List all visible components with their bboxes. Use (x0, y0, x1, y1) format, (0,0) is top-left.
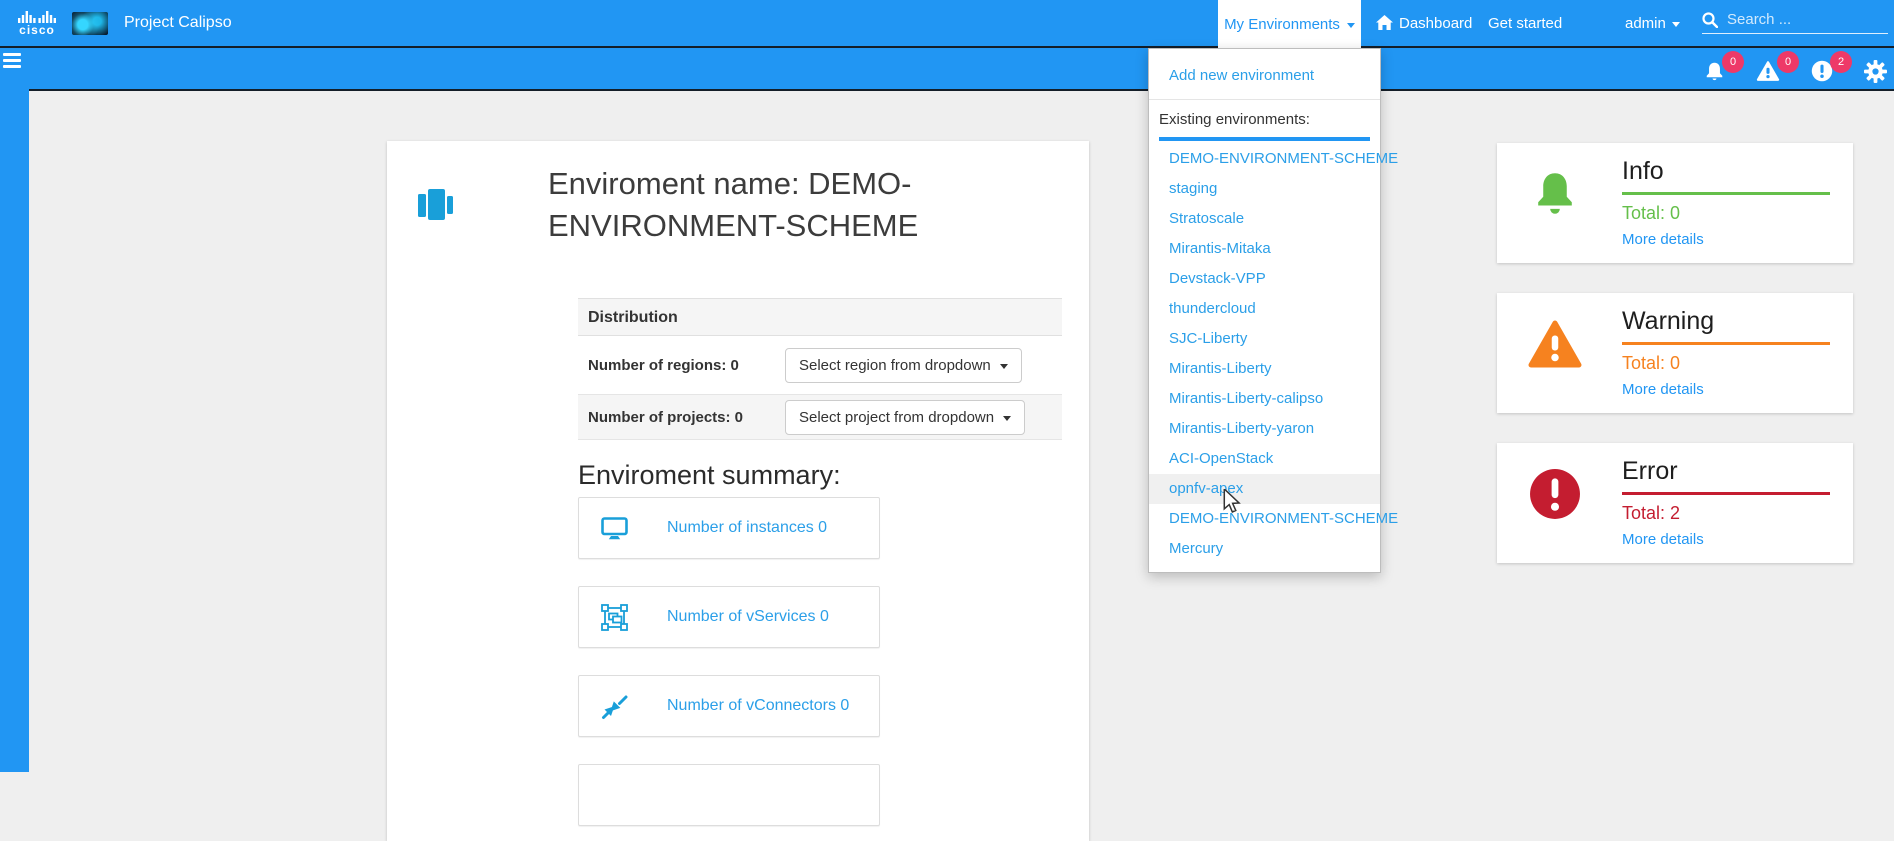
environment-menu-item[interactable]: staging (1149, 174, 1380, 204)
environment-menu-item[interactable]: Mirantis-Mitaka (1149, 234, 1380, 264)
vservices-count-link: Number of vServices 0 (667, 608, 829, 626)
warning-status-card: Warning Total: 0 More details (1497, 293, 1853, 413)
monitor-icon (601, 517, 628, 540)
vservices-summary-card[interactable]: Number of vServices 0 (578, 586, 880, 648)
error-circle-icon (1525, 463, 1585, 525)
app-title: Project Calipso (124, 14, 232, 32)
my-environments-menu-button[interactable]: My Environments (1218, 0, 1361, 48)
distribution-table: Distribution Number of regions: 0 Select… (578, 298, 1062, 440)
error-card-total: Total: 2 (1622, 503, 1830, 524)
menu-header-underline (1159, 137, 1370, 141)
select-region-dropdown-button[interactable]: Select region from dropdown (785, 348, 1022, 383)
environment-menu-item[interactable]: SJC-Liberty (1149, 324, 1380, 354)
projects-count-label: Number of projects: 0 (578, 409, 785, 426)
environment-menu-item-hovered[interactable]: opnfv-apex (1149, 474, 1380, 504)
vconnectors-icon (601, 693, 628, 720)
chevron-down-icon (1003, 416, 1011, 421)
menu-item-add-new-environment[interactable]: Add new environment (1149, 61, 1380, 91)
nav-get-started[interactable]: Get started (1488, 0, 1562, 46)
environment-menu-item[interactable]: Devstack-VPP (1149, 264, 1380, 294)
info-card-title: Info (1622, 157, 1830, 186)
environment-menu-item[interactable]: thundercloud (1149, 294, 1380, 324)
chevron-down-icon (1000, 364, 1008, 369)
regions-count-label: Number of regions: 0 (578, 357, 785, 374)
table-row: Number of regions: 0 Select region from … (578, 336, 1062, 395)
top-navbar: cisco Project Calipso My Environments Da… (0, 0, 1894, 48)
left-sidebar-strip (0, 48, 29, 772)
vservices-icon (601, 604, 628, 631)
environment-menu-item[interactable]: Mirantis-Liberty-calipso (1149, 384, 1380, 414)
environment-menu-item[interactable]: DEMO-ENVIRONMENT-SCHEME (1149, 504, 1380, 534)
search-input[interactable] (1725, 10, 1879, 29)
error-status-card: Error Total: 2 More details (1497, 443, 1853, 563)
gear-icon[interactable] (1864, 60, 1887, 83)
distribution-header: Distribution (578, 298, 1062, 336)
chevron-down-icon (1347, 23, 1355, 28)
notifications-badge: 0 (1722, 51, 1744, 73)
warning-more-details-link[interactable]: More details (1622, 381, 1830, 398)
environment-menu-item[interactable]: Mercury (1149, 534, 1380, 564)
environment-menu-item[interactable]: DEMO-ENVIRONMENT-SCHEME (1149, 144, 1380, 174)
chevron-down-icon (1672, 22, 1680, 27)
instances-count-link: Number of instances 0 (667, 519, 827, 537)
warning-card-total: Total: 0 (1622, 353, 1830, 374)
notification-icons: 0 0 2 (1700, 48, 1887, 89)
environment-menu-item[interactable]: Stratoscale (1149, 204, 1380, 234)
search-box (1702, 6, 1888, 34)
summary-card-cutoff[interactable] (578, 764, 880, 826)
environment-menu-item[interactable]: Mirantis-Liberty (1149, 354, 1380, 384)
get-started-label: Get started (1488, 15, 1562, 32)
mouse-cursor-icon (1222, 489, 1243, 515)
dashboard-label: Dashboard (1399, 15, 1472, 32)
environment-title: Enviroment name: DEMO-ENVIRONMENT-SCHEME (548, 163, 1006, 247)
table-row: Number of projects: 0 Select project fro… (578, 395, 1062, 440)
search-icon (1702, 12, 1718, 28)
vconnectors-count-link: Number of vConnectors 0 (667, 697, 849, 715)
environment-columns-icon (418, 185, 456, 223)
environment-card: Enviroment name: DEMO-ENVIRONMENT-SCHEME… (387, 141, 1089, 841)
environment-menu-item[interactable]: Mirantis-Liberty-yaron (1149, 414, 1380, 444)
cisco-logo-text: cisco (19, 24, 55, 36)
select-project-dropdown-button[interactable]: Select project from dropdown (785, 400, 1025, 435)
brand-area: cisco Project Calipso (18, 0, 232, 46)
toolbar (0, 48, 1894, 91)
home-icon (1376, 15, 1393, 31)
warning-card-title: Warning (1622, 307, 1830, 336)
info-card-underline (1622, 192, 1830, 195)
nav-dashboard[interactable]: Dashboard (1376, 0, 1472, 46)
nav-user-menu[interactable]: admin (1625, 0, 1680, 46)
my-environments-label: My Environments (1224, 16, 1340, 33)
menu-divider (1149, 99, 1380, 100)
select-region-label: Select region from dropdown (799, 357, 991, 374)
environment-summary-heading: Enviroment summary: (578, 460, 1089, 491)
warnings-badge: 0 (1777, 51, 1799, 73)
user-label: admin (1625, 15, 1666, 32)
error-card-title: Error (1622, 457, 1830, 486)
warning-triangle-icon (1525, 313, 1585, 375)
instances-summary-card[interactable]: Number of instances 0 (578, 497, 880, 559)
info-card-total: Total: 0 (1622, 203, 1830, 224)
error-more-details-link[interactable]: More details (1622, 531, 1830, 548)
errors-badge: 2 (1830, 51, 1852, 73)
brand-image (72, 12, 108, 35)
select-project-label: Select project from dropdown (799, 409, 994, 426)
menu-icon[interactable] (3, 53, 21, 71)
environments-dropdown-menu: Add new environment Existing environment… (1148, 48, 1381, 573)
warning-card-underline (1622, 342, 1830, 345)
environment-menu-item[interactable]: ACI-OpenStack (1149, 444, 1380, 474)
cisco-logo-icon: cisco (18, 10, 56, 36)
error-card-underline (1622, 492, 1830, 495)
menu-header: Existing environments: (1149, 108, 1380, 132)
bell-icon (1525, 163, 1585, 225)
vconnectors-summary-card[interactable]: Number of vConnectors 0 (578, 675, 880, 737)
info-status-card: Info Total: 0 More details (1497, 143, 1853, 263)
info-more-details-link[interactable]: More details (1622, 231, 1830, 248)
